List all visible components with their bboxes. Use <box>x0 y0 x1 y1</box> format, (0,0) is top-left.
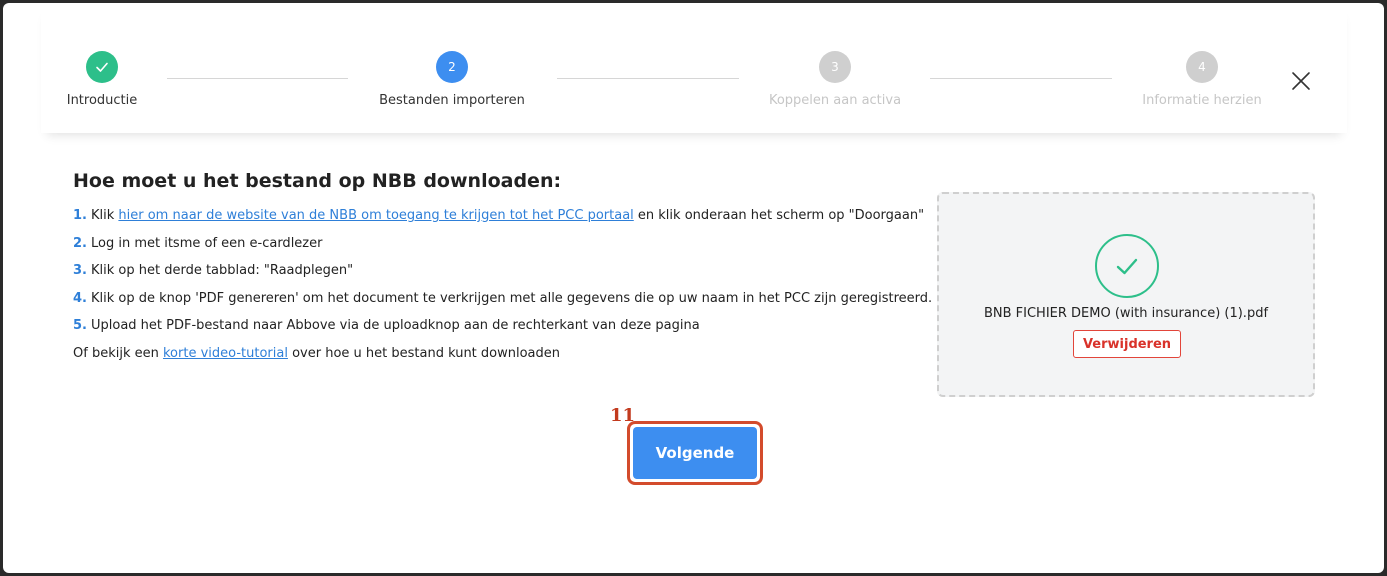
instruction-text: Klik op het derde tabblad: "Raadplegen" <box>90 263 354 278</box>
step-number: 3 <box>819 51 851 83</box>
upload-success-check-icon <box>1095 234 1159 298</box>
instruction-text: en klik onderaan het scherm op "Doorgaan… <box>633 208 925 223</box>
instruction-text: Klik op de knop 'PDF genereren' om het d… <box>90 290 933 306</box>
list-item: 4. Klik op de knop 'PDF genereren' om het… <box>73 291 932 319</box>
next-button[interactable]: Volgende <box>633 427 757 479</box>
list-item: 5. Upload het PDF-bestand naar Abbove via… <box>73 318 932 346</box>
list-item: 1. Klik hier om naar de website van de NB… <box>73 208 932 236</box>
step-number: 2 <box>436 51 468 83</box>
list-number: 1. <box>73 208 87 223</box>
video-tutorial-link[interactable]: korte video-tutorial <box>163 346 288 361</box>
annotation-highlight-frame: Volgende <box>627 421 763 485</box>
step-bestanden-importeren[interactable]: 2 Bestanden importeren <box>379 51 525 108</box>
step-complete-check-icon <box>86 51 118 83</box>
step-number: 4 <box>1186 51 1218 83</box>
step-connector <box>557 78 739 79</box>
instruction-text: over hoe u het bestand kunt downloaden <box>287 345 561 361</box>
step-label: Bestanden importeren <box>379 93 525 108</box>
upload-dropzone[interactable]: BNB FICHIER DEMO (with insurance) (1).pd… <box>937 192 1315 397</box>
instruction-text: Log in met itsme of een e-cardlezer <box>90 235 323 251</box>
instruction-text: Klik <box>90 208 119 223</box>
list-number: 5. <box>73 318 87 333</box>
step-label: Koppelen aan activa <box>768 93 902 108</box>
remove-file-button[interactable]: Verwijderen <box>1073 330 1181 358</box>
list-number: 2. <box>73 235 87 251</box>
page-title: Hoe moet u het bestand op NBB downloaden… <box>73 170 562 192</box>
step-label: Introductie <box>66 93 138 108</box>
nbb-website-link[interactable]: hier om naar de website van de NBB om to… <box>118 208 633 223</box>
close-icon[interactable] <box>1289 69 1313 93</box>
step-label: Informatie herzien <box>1142 93 1262 108</box>
step-connector <box>930 78 1112 79</box>
step-introductie[interactable]: Introductie <box>67 51 137 108</box>
import-modal: Introductie 2 Bestanden importeren 3 Kop… <box>3 3 1384 573</box>
instruction-text: Upload het PDF-bestand naar Abbove via d… <box>90 318 700 333</box>
stepper: Introductie 2 Bestanden importeren 3 Kop… <box>41 3 1347 133</box>
instructions-list: 1. Klik hier om naar de website van de NB… <box>73 208 932 373</box>
list-number: 4. <box>73 290 87 306</box>
step-informatie-herzien[interactable]: 4 Informatie herzien <box>1142 51 1262 108</box>
list-number: 3. <box>73 263 87 278</box>
instruction-text: Of bekijk een <box>73 345 163 361</box>
list-item: 3. Klik op het derde tabblad: "Raadplegen… <box>73 263 932 291</box>
step-connector <box>167 78 348 79</box>
step-koppelen-aan-activa[interactable]: 3 Koppelen aan activa <box>769 51 901 108</box>
video-tutorial-line: Of bekijk een korte video-tutorial over … <box>73 346 932 374</box>
list-item: 2. Log in met itsme of een e-cardlezer <box>73 236 932 264</box>
uploaded-file-name: BNB FICHIER DEMO (with insurance) (1).pd… <box>983 306 1269 321</box>
